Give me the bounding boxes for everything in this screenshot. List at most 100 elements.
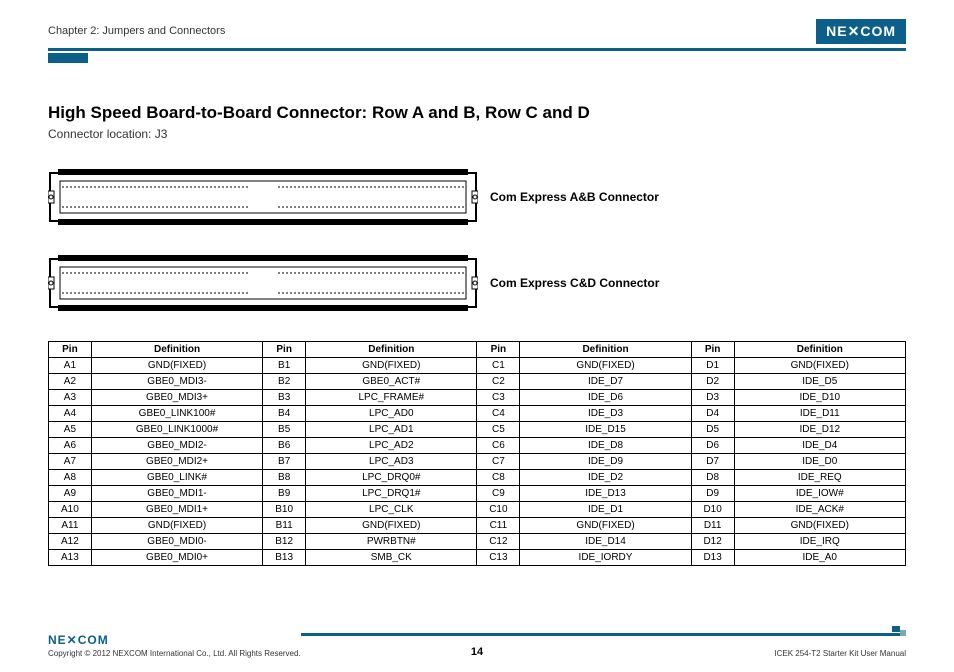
pin-table-header-cell: Pin [263, 342, 306, 358]
pin-cell: D11 [691, 518, 734, 534]
pin-table-header-cell: Pin [477, 342, 520, 358]
table-row: A2GBE0_MDI3-B2GBE0_ACT#C2IDE_D7D2IDE_D5 [49, 374, 906, 390]
logo-text: NE✕COM [826, 23, 896, 40]
definition-cell: IDE_IOW# [734, 486, 905, 502]
definition-cell: GND(FIXED) [306, 518, 477, 534]
pin-cell: D7 [691, 454, 734, 470]
pin-cell: C10 [477, 502, 520, 518]
accent-bar [48, 53, 88, 63]
pin-cell: A10 [49, 502, 92, 518]
pin-cell: B11 [263, 518, 306, 534]
definition-cell: GND(FIXED) [91, 358, 262, 374]
definition-cell: PWRBTN# [306, 534, 477, 550]
pin-cell: D13 [691, 550, 734, 566]
page-subtitle: Connector location: J3 [48, 127, 906, 141]
definition-cell: GND(FIXED) [520, 518, 691, 534]
definition-cell: IDE_IRQ [734, 534, 905, 550]
pin-table-header-cell: Pin [49, 342, 92, 358]
definition-cell: LPC_AD1 [306, 422, 477, 438]
pin-cell: D8 [691, 470, 734, 486]
definition-cell: IDE_D10 [734, 390, 905, 406]
definition-cell: GBE0_LINK# [91, 470, 262, 486]
chapter-label: Chapter 2: Jumpers and Connectors [48, 25, 225, 37]
definition-cell: IDE_D5 [734, 374, 905, 390]
connector-diagrams: Com Express A&B Connector Com Express C&… [48, 169, 906, 311]
pin-cell: B8 [263, 470, 306, 486]
pin-cell: D6 [691, 438, 734, 454]
pin-cell: A11 [49, 518, 92, 534]
pin-cell: C3 [477, 390, 520, 406]
definition-cell: IDE_D8 [520, 438, 691, 454]
pin-table-header-cell: Pin [691, 342, 734, 358]
definition-cell: GND(FIXED) [734, 518, 905, 534]
pin-cell: A7 [49, 454, 92, 470]
definition-cell: IDE_D6 [520, 390, 691, 406]
definition-cell: GND(FIXED) [91, 518, 262, 534]
pin-cell: B12 [263, 534, 306, 550]
pin-cell: D4 [691, 406, 734, 422]
table-row: A10GBE0_MDI1+B10LPC_CLKC10IDE_D1D10IDE_A… [49, 502, 906, 518]
pin-cell: B4 [263, 406, 306, 422]
definition-cell: GBE0_LINK1000# [91, 422, 262, 438]
pin-table-header-cell: Definition [734, 342, 905, 358]
definition-cell: IDE_D14 [520, 534, 691, 550]
pin-cell: A6 [49, 438, 92, 454]
pin-cell: C13 [477, 550, 520, 566]
pin-cell: C6 [477, 438, 520, 454]
definition-cell: GBE0_MDI0+ [91, 550, 262, 566]
table-row: A4GBE0_LINK100#B4LPC_AD0C4IDE_D3D4IDE_D1… [49, 406, 906, 422]
page-number: 14 [471, 646, 483, 658]
pin-cell: D10 [691, 502, 734, 518]
pin-cell: B9 [263, 486, 306, 502]
table-row: A12GBE0_MDI0-B12PWRBTN#C12IDE_D14D12IDE_… [49, 534, 906, 550]
pin-cell: A3 [49, 390, 92, 406]
footer-logo: NE✕COM [48, 633, 301, 647]
pin-cell: D9 [691, 486, 734, 502]
logo-nexcom: NE✕COM [816, 19, 906, 44]
pin-cell: B7 [263, 454, 306, 470]
definition-cell: LPC_AD2 [306, 438, 477, 454]
definition-cell: IDE_REQ [734, 470, 905, 486]
definition-cell: IDE_D13 [520, 486, 691, 502]
definition-cell: GBE0_ACT# [306, 374, 477, 390]
pin-cell: B10 [263, 502, 306, 518]
table-row: A3GBE0_MDI3+B3LPC_FRAME#C3IDE_D6D3IDE_D1… [49, 390, 906, 406]
connector-row-ab: Com Express A&B Connector [48, 169, 906, 225]
pin-cell: A13 [49, 550, 92, 566]
pin-cell: D3 [691, 390, 734, 406]
pin-cell: A8 [49, 470, 92, 486]
pin-cell: A2 [49, 374, 92, 390]
pin-table-header-cell: Definition [91, 342, 262, 358]
definition-cell: IDE_D2 [520, 470, 691, 486]
pin-table-body: A1GND(FIXED)B1GND(FIXED)C1GND(FIXED)D1GN… [49, 358, 906, 566]
connector-row-cd: Com Express C&D Connector [48, 255, 906, 311]
page-title: High Speed Board-to-Board Connector: Row… [48, 103, 906, 123]
table-row: A5GBE0_LINK1000#B5LPC_AD1C5IDE_D15D5IDE_… [49, 422, 906, 438]
pin-cell: D2 [691, 374, 734, 390]
pin-cell: C12 [477, 534, 520, 550]
pin-cell: C11 [477, 518, 520, 534]
pin-cell: B2 [263, 374, 306, 390]
definition-cell: IDE_D3 [520, 406, 691, 422]
definition-cell: GBE0_MDI3+ [91, 390, 262, 406]
definition-cell: GBE0_MDI0- [91, 534, 262, 550]
pin-cell: D1 [691, 358, 734, 374]
pin-cell: B6 [263, 438, 306, 454]
header-rule [48, 48, 906, 51]
definition-cell: LPC_AD3 [306, 454, 477, 470]
definition-cell: GBE0_MDI2- [91, 438, 262, 454]
pin-cell: B5 [263, 422, 306, 438]
table-row: A9GBE0_MDI1-B9LPC_DRQ1#C9IDE_D13D9IDE_IO… [49, 486, 906, 502]
pin-cell: C4 [477, 406, 520, 422]
definition-cell: GBE0_MDI1+ [91, 502, 262, 518]
definition-cell: IDE_D1 [520, 502, 691, 518]
definition-cell: GND(FIXED) [306, 358, 477, 374]
connector-ab-label: Com Express A&B Connector [490, 190, 659, 204]
definition-cell: GND(FIXED) [734, 358, 905, 374]
definition-cell: IDE_IORDY [520, 550, 691, 566]
pin-cell: B3 [263, 390, 306, 406]
definition-cell: SMB_CK [306, 550, 477, 566]
pin-cell: D5 [691, 422, 734, 438]
pin-table-header-cell: Definition [520, 342, 691, 358]
definition-cell: IDE_D15 [520, 422, 691, 438]
